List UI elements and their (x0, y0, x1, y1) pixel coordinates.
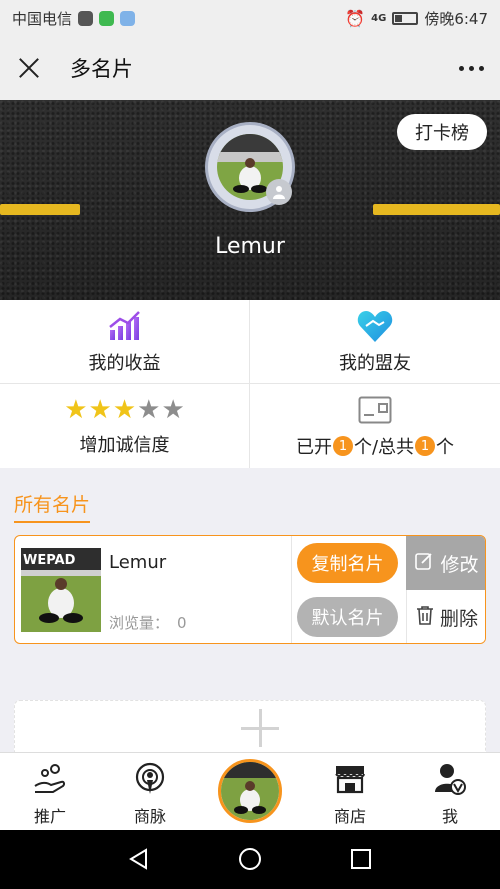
edit-icon (414, 551, 434, 576)
carrier-label: 中国电信 (12, 9, 73, 28)
count-suffix: 个 (436, 437, 455, 458)
app-notification-icon (99, 10, 115, 26)
shop-icon (333, 759, 367, 799)
tab-shop-label: 商店 (333, 807, 366, 826)
plus-icon (241, 709, 279, 747)
tab-me-label: 我 (441, 807, 458, 826)
add-card-button[interactable] (14, 700, 486, 760)
feature-grid: 我的收益 我的盟友 ★ ★ ★ ★ ★ 增加诚信度 已开 1 个/总共 1 个 (0, 300, 500, 468)
bottom-tab-bar: 推广 商脉 商店 我 (0, 752, 500, 830)
delete-button[interactable]: 删除 (406, 590, 485, 643)
network-label: 4G (371, 12, 387, 24)
me-icon (433, 759, 467, 799)
checkin-ranking-button[interactable]: 打卡榜 (397, 114, 487, 150)
star-empty-icon: ★ (137, 395, 161, 425)
battery-icon (392, 11, 419, 25)
default-card-button[interactable]: 默认名片 (297, 597, 398, 637)
edit-label: 修改 (440, 553, 479, 576)
card-count-item[interactable]: 已开 1 个/总共 1 个 (250, 384, 500, 468)
qq-icon (120, 10, 136, 26)
tab-promote[interactable]: 推广 (0, 759, 100, 827)
my-earnings-label: 我的收益 (88, 352, 161, 374)
profile-hero: 打卡榜 Lemur (0, 100, 500, 300)
profile-name: Lemur (215, 234, 285, 259)
star-empty-icon: ★ (161, 395, 185, 425)
user-badge-icon (266, 179, 292, 205)
close-icon[interactable] (16, 55, 42, 81)
promote-icon (33, 759, 67, 799)
status-bar: 中国电信 ⏰ 4G 傍晚6:47 (0, 0, 500, 36)
road-line-left (0, 204, 80, 215)
credit-label: 增加诚信度 (79, 435, 170, 456)
views-label: 浏览量： (109, 614, 170, 632)
total-count-badge: 1 (415, 436, 436, 456)
alarm-icon: ⏰ (345, 8, 366, 28)
star-filled-icon: ★ (64, 395, 88, 425)
my-allies-item[interactable]: 我的盟友 (250, 300, 500, 384)
credit-stars: ★ ★ ★ ★ ★ (64, 395, 185, 425)
section-title: 所有名片 (14, 490, 91, 523)
status-right: ⏰ 4G 傍晚6:47 (345, 8, 488, 29)
edit-button[interactable]: 修改 (406, 536, 485, 590)
my-earnings-item[interactable]: 我的收益 (0, 300, 250, 384)
star-filled-icon: ★ (88, 395, 112, 425)
clock: 傍晚6:47 (424, 9, 488, 28)
tab-network[interactable]: 商脉 (100, 759, 200, 827)
tab-shop[interactable]: 商店 (300, 759, 400, 827)
nav-bar: 多名片 (0, 36, 500, 100)
center-avatar-tab[interactable] (218, 759, 282, 823)
tab-promote-label: 推广 (33, 807, 66, 826)
views-value: 0 (177, 614, 187, 632)
card-thumbnail[interactable]: WEPAD (21, 548, 101, 632)
card-divider (291, 536, 292, 643)
opened-count-badge: 1 (332, 436, 353, 456)
business-card: WEPAD Lemur 浏览量： 0 复制名片 默认名片 修改 删除 (14, 535, 486, 644)
card-views: 浏览量： 0 (109, 612, 187, 633)
count-prefix: 已开 (295, 437, 332, 458)
status-left: 中国电信 (12, 8, 136, 29)
recents-icon[interactable] (351, 849, 371, 869)
trash-icon (416, 605, 434, 630)
tab-network-label: 商脉 (133, 807, 166, 826)
chart-icon (108, 309, 142, 343)
my-allies-label: 我的盟友 (339, 352, 411, 374)
network-icon (133, 759, 167, 799)
home-icon[interactable] (239, 848, 261, 870)
more-dots-icon[interactable] (459, 65, 484, 71)
notification-icon (78, 10, 94, 26)
handshake-heart-icon (357, 309, 393, 343)
system-nav-bar (0, 830, 500, 889)
card-count-text: 已开 1 个/总共 1 个 (296, 433, 454, 459)
card-name: Lemur (109, 552, 167, 573)
page-title: 多名片 (70, 57, 133, 81)
star-filled-icon: ★ (112, 395, 137, 425)
count-mid: 个/总共 (353, 437, 415, 458)
card-icon (358, 393, 392, 427)
back-icon[interactable] (128, 848, 150, 874)
road-line-right (373, 204, 500, 215)
tab-me[interactable]: 我 (400, 759, 500, 827)
svg-text:WEPAD: WEPAD (23, 553, 76, 568)
profile-avatar[interactable] (205, 122, 295, 212)
credit-item[interactable]: ★ ★ ★ ★ ★ 增加诚信度 (0, 384, 250, 468)
copy-card-button[interactable]: 复制名片 (297, 543, 398, 583)
delete-label: 删除 (439, 608, 478, 630)
